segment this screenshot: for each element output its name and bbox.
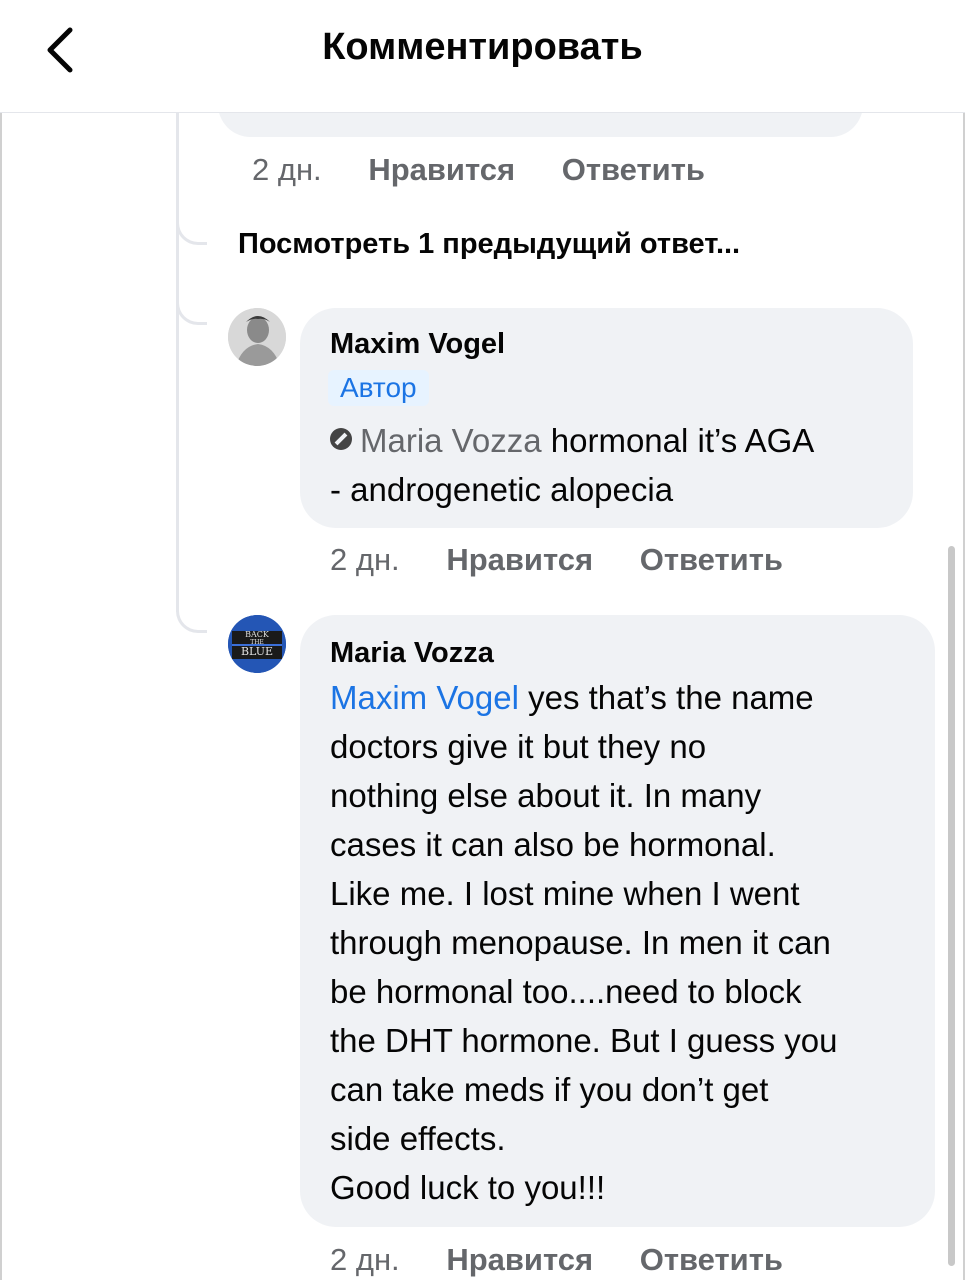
comment-actions: 2 дн. Нравится Ответить <box>330 542 783 578</box>
comment-text: Maxim Vogel yes that’s the name doctors … <box>330 673 838 1212</box>
mention-link[interactable]: Maria Vozza <box>360 422 542 459</box>
comment-text-line: Like me. I lost mine when I went <box>330 875 800 912</box>
comment-text-line: Good luck to you!!! <box>330 1169 606 1206</box>
comment-bubble: Maria Vozza Maxim Vogel yes that’s the n… <box>300 615 935 1227</box>
comment-time: 2 дн. <box>330 542 400 577</box>
reply-button[interactable]: Ответить <box>640 1242 783 1277</box>
author-badge: Автор <box>328 370 429 406</box>
thread-connector <box>176 212 207 245</box>
comment-bubble: Maxim Vogel Автор Maria Vozza hormonal i… <box>300 308 913 528</box>
thread-connector <box>176 292 207 325</box>
comment-author[interactable]: Maria Vozza <box>330 637 494 670</box>
comment-actions: 2 дн. Нравится Ответить <box>252 152 705 188</box>
scrollbar[interactable] <box>948 546 955 1266</box>
like-button[interactable]: Нравится <box>368 152 515 187</box>
comment-text: Maria Vozza hormonal it’s AGA - androgen… <box>330 416 814 514</box>
comment-author[interactable]: Maxim Vogel <box>330 328 505 361</box>
view-previous-replies-link[interactable]: Посмотреть 1 предыдущий ответ... <box>238 228 740 261</box>
avatar-text: BACK <box>245 630 270 639</box>
mention-link[interactable]: Maxim Vogel <box>330 679 519 716</box>
comment-time: 2 дн. <box>252 152 322 187</box>
avatar[interactable] <box>228 308 286 366</box>
reply-button[interactable]: Ответить <box>640 542 783 577</box>
comment-text-line: yes that’s the name <box>518 679 814 716</box>
no-entry-icon <box>330 428 352 450</box>
thread-line <box>176 112 179 612</box>
reply-button[interactable]: Ответить <box>562 152 705 187</box>
profile-photo: BACK THE BLUE <box>228 615 286 673</box>
comment-text-line: be hormonal too....need to block <box>330 973 802 1010</box>
comment-text-line: side effects. <box>330 1120 506 1157</box>
comment-text-line: through menopause. In men it can <box>330 924 831 961</box>
comment-time: 2 дн. <box>330 1242 400 1277</box>
comment-text-line: can take meds if you don’t get <box>330 1071 769 1108</box>
page-title: Комментировать <box>322 26 643 68</box>
comment-text-line: the DHT hormone. But I guess you <box>330 1022 838 1059</box>
comment-actions: 2 дн. Нравится Ответить <box>330 1242 783 1278</box>
comment-text-line: cases it can also be hormonal. <box>330 826 776 863</box>
comment-text-line: doctors give it but they no <box>330 728 707 765</box>
profile-photo <box>228 308 286 366</box>
avatar[interactable]: BACK THE BLUE <box>228 615 286 673</box>
comment-text-line: nothing else about it. In many <box>330 777 762 814</box>
avatar-text: BLUE <box>241 645 273 658</box>
comment-text-line: - androgenetic alopecia <box>330 471 674 508</box>
previous-comment-bubble <box>218 112 863 137</box>
comment-text-line: hormonal it’s AGA <box>541 422 815 459</box>
comment-thread: 2 дн. Нравится Ответить Посмотреть 1 пре… <box>0 112 965 1280</box>
top-bar: Комментировать <box>0 0 965 113</box>
thread-connector <box>176 600 207 633</box>
like-button[interactable]: Нравится <box>446 1242 593 1277</box>
like-button[interactable]: Нравится <box>446 542 593 577</box>
